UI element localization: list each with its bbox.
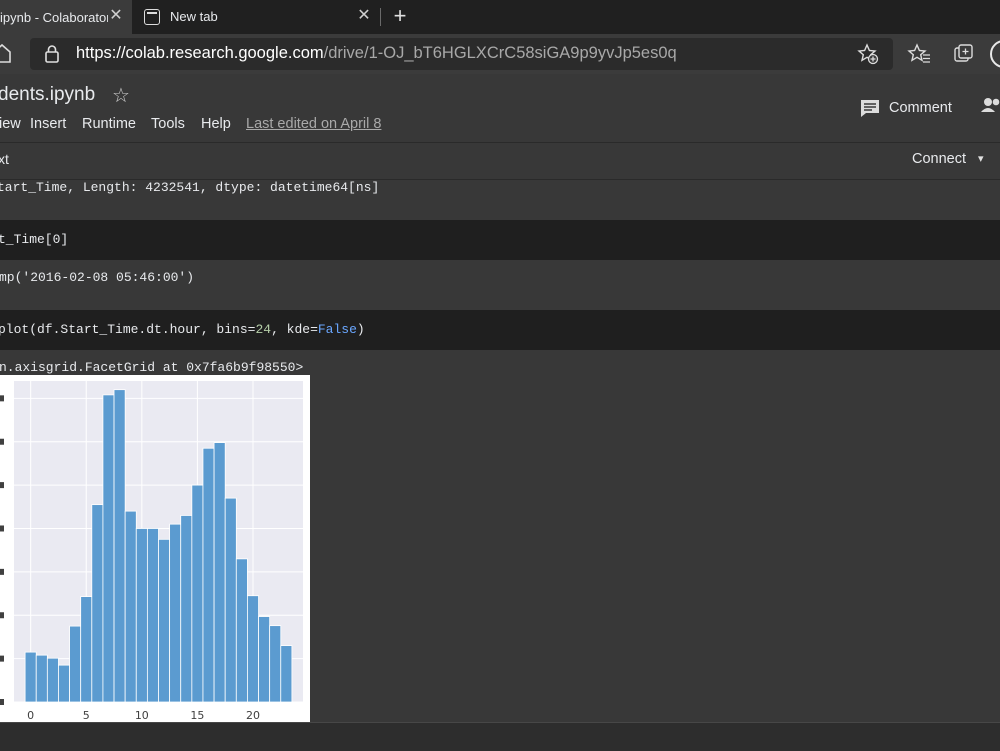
histogram-bar [24,651,37,703]
profile-avatar-icon[interactable] [989,39,1000,69]
x-tick-label: 5 [83,709,90,722]
colab-header [0,74,1000,142]
histogram-chart: 0 5 10 15 20 [0,381,303,722]
menu-help[interactable]: Help [201,116,231,132]
collections-icon[interactable] [953,43,975,65]
y-tick-mark [0,699,4,705]
comment-label: Comment [889,100,952,116]
histogram-bar [169,523,182,703]
code-text: plot(df.Start_Time.dt.hour, bins= [0,322,256,337]
chevron-down-icon[interactable]: ▾ [978,152,984,165]
code-cell[interactable] [0,220,1000,260]
last-edited-link[interactable]: Last edited on April 8 [246,116,381,132]
menu-view[interactable]: iew [0,116,21,132]
histogram-bar [113,389,126,703]
text-button[interactable]: xt [0,151,9,167]
menu-tools[interactable]: Tools [151,116,185,132]
x-tick-label: 20 [246,709,260,722]
histogram-bar [124,510,137,703]
histogram-bar [146,528,159,703]
cell-output: n.axisgrid.FacetGrid at 0x7fa6b9f98550> [0,360,304,375]
y-tick-mark [0,482,4,489]
home-icon[interactable] [0,42,12,64]
histogram-bar [224,497,237,703]
histogram-bar [102,394,115,703]
url-host: https://colab.research.google.com [76,44,324,62]
close-tab-icon[interactable]: ✕ [108,8,124,24]
lock-icon[interactable] [44,44,60,64]
x-tick-label: 15 [190,709,204,722]
histogram-bar [58,664,70,703]
url-text[interactable]: https://colab.research.google.com/drive/… [76,44,677,63]
notebook-title[interactable]: dents.ipynb [0,84,95,106]
histogram-bar [158,538,171,703]
histogram-figure: 0 5 10 15 20 [0,375,310,722]
browser-tab-new[interactable]: New tab ✕ [134,0,378,34]
histogram-bar [258,616,271,703]
histogram-bar [180,515,193,703]
histogram-bar [91,504,104,703]
code-text: ) [356,322,365,337]
comment-icon [861,100,879,117]
browser-tab-colab[interactable]: ipynb - Colaboratory ✕ [0,0,132,34]
cell-output: mp('2016-02-08 05:46:00') [0,270,195,285]
y-tick-mark [0,525,4,532]
tab-title: New tab [170,9,218,24]
favorites-icon[interactable] [907,43,931,65]
y-tick-mark [0,395,4,402]
y-tick-mark [0,612,4,619]
histogram-bar [235,558,248,703]
histogram-bar [280,645,293,703]
histogram-bar [247,595,259,703]
comment-button[interactable]: Comment [860,97,952,119]
menu-runtime[interactable]: Runtime [82,116,136,132]
new-tab-button[interactable]: + [388,5,412,29]
menu-insert[interactable]: Insert [30,116,66,132]
notebook-toolbar [0,142,1000,180]
histogram-bar [213,442,226,703]
histogram-bar [46,657,59,703]
star-icon[interactable]: ☆ [112,83,130,108]
x-tick-label: 0 [27,709,34,722]
histogram-bar [202,447,215,703]
x-tick-label: 10 [135,709,149,722]
notebook-bottom-area [0,722,1000,751]
cell-output: tart_Time, Length: 4232541, dtype: datet… [0,180,380,195]
code-line: t_Time[0] [0,232,69,247]
add-favorite-icon[interactable] [857,43,879,65]
code-number: 24 [255,322,272,337]
people-share-icon[interactable] [981,97,1000,117]
tab-title: ipynb - Colaboratory [0,9,108,25]
url-path: /drive/1-OJ_bT6HGLXCrC58siGA9p9yvJp5es0q [323,44,677,62]
histogram-bar [135,528,148,703]
code-keyword: False [317,322,357,337]
y-tick-mark [0,438,4,445]
code-text: , kde= [271,322,318,337]
histogram-bar [269,625,282,703]
y-tick-mark [0,568,4,575]
histogram-bar [191,484,204,703]
close-tab-icon[interactable]: ✕ [356,8,372,24]
y-tick-mark [0,655,4,662]
histogram-bar [35,654,48,703]
code-line: plot(df.Start_Time.dt.hour, bins=24, kde… [0,322,365,337]
connect-button[interactable]: Connect [912,151,966,167]
new-tab-page-icon [144,9,160,25]
histogram-bar [69,625,82,703]
histogram-bar [80,596,93,703]
tab-separator [380,8,381,26]
